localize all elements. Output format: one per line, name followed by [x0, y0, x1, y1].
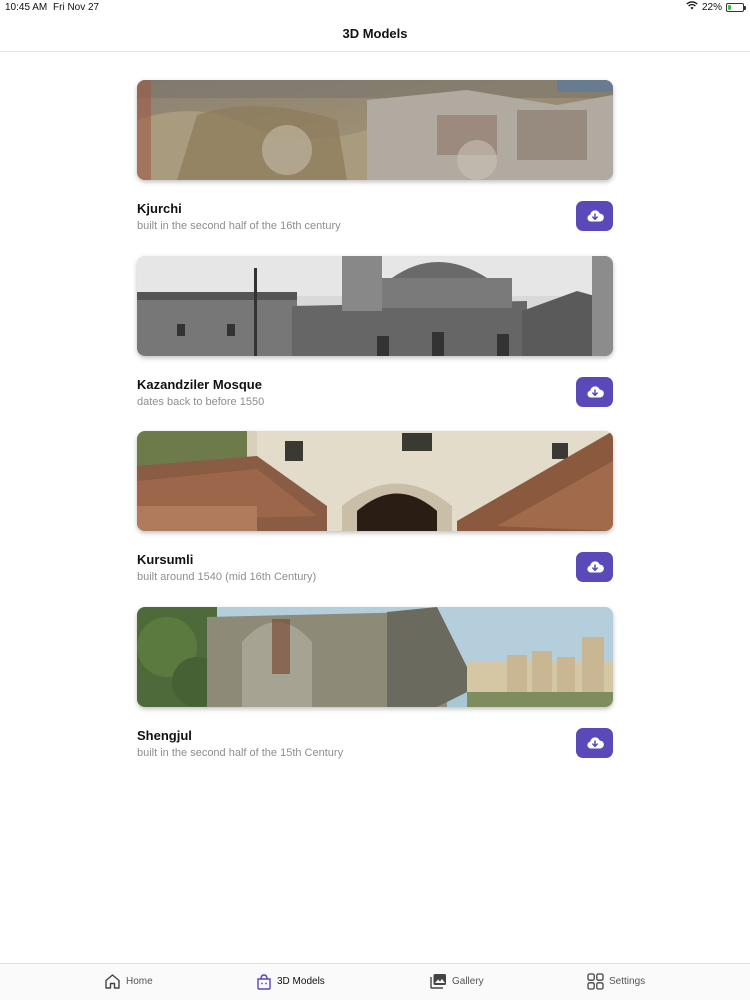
model-image-kazandziler-mosque[interactable]: [137, 255, 613, 356]
download-button[interactable]: [576, 727, 613, 758]
status-time: 10:45 AM: [5, 2, 48, 13]
tab-settings[interactable]: Settings: [587, 973, 645, 990]
tab-label: Settings: [609, 976, 646, 987]
model-title: Shengjul: [137, 727, 192, 743]
wifi-icon: [686, 1, 698, 13]
gallery-icon: [430, 974, 446, 989]
model-subtitle: built around 1540 (mid 16th Century): [137, 571, 317, 583]
tab-label: Gallery: [452, 975, 484, 987]
download-button[interactable]: [576, 376, 613, 407]
cloud-download-icon: [586, 385, 604, 397]
model-list: Kjurchi built in the second half of the …: [137, 80, 613, 782]
battery-percent: 22%: [701, 1, 722, 13]
model-image-shengjul[interactable]: [137, 606, 613, 707]
tab-label: 3D Models: [277, 976, 325, 987]
model-title: Kazandziler Mosque: [137, 376, 262, 392]
download-button[interactable]: [576, 201, 613, 231]
nav-header: 3D Models: [0, 16, 750, 52]
battery-charging-icon: [726, 2, 746, 12]
cloud-download-icon: [586, 210, 604, 222]
cube-bag-icon: [257, 974, 271, 990]
model-card-shengjul[interactable]: Shengjul built in the second half of the…: [137, 606, 613, 783]
model-title: Kursumli: [137, 552, 194, 567]
cloud-download-icon: [586, 736, 604, 748]
home-icon: [105, 974, 120, 989]
download-button[interactable]: [576, 552, 613, 582]
status-date: Fri Nov 27: [53, 2, 100, 13]
model-subtitle: dates back to before 1550: [137, 395, 265, 408]
tab-gallery[interactable]: Gallery: [430, 973, 484, 989]
model-title: Kjurchi: [137, 201, 182, 216]
tab-3d-models[interactable]: 3D Models: [256, 973, 325, 990]
status-right: 22%: [686, 1, 746, 13]
tab-home[interactable]: Home: [104, 973, 153, 990]
tab-label: Home: [126, 976, 153, 987]
page-title: 3D Models: [342, 26, 408, 41]
model-subtitle: built in the second half of the 15th Cen…: [137, 746, 344, 759]
model-subtitle: built in the second half of the 16th cen…: [137, 220, 341, 232]
model-card-kazandziler-mosque[interactable]: Kazandziler Mosque dates back to before …: [137, 255, 613, 432]
status-bar: 10:45 AM Fri Nov 27 22%: [0, 0, 750, 16]
grid-icon: [587, 973, 604, 990]
model-image-kjurchi[interactable]: [137, 80, 613, 180]
model-card-kursumli[interactable]: Kursumli built around 1540 (mid 16th Cen…: [137, 431, 613, 607]
tab-bar: Home 3D Models Gallery Settings: [0, 963, 750, 1000]
cloud-download-icon: [586, 561, 604, 573]
model-image-kursumli[interactable]: [137, 431, 613, 531]
model-card-kjurchi[interactable]: Kjurchi built in the second half of the …: [137, 80, 613, 256]
